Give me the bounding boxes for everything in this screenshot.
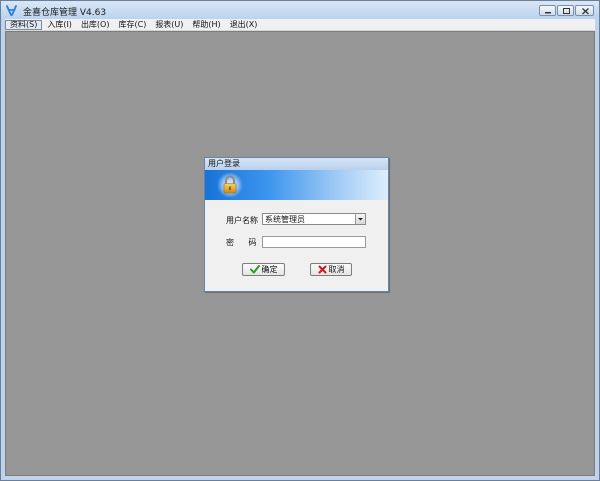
username-select[interactable]: 系统管理员 [262, 213, 366, 225]
password-label: 密 码 [226, 238, 263, 247]
menu-item-reports[interactable]: 报表(U) [151, 20, 187, 30]
close-button[interactable] [575, 5, 594, 16]
ok-button[interactable]: 确定 [242, 263, 285, 276]
menu-item-stock-out[interactable]: 出库(O) [77, 20, 114, 30]
red-x-icon [318, 265, 327, 274]
ok-button-label: 确定 [261, 265, 278, 274]
title-bar[interactable]: 金喜仓库管理 V4.63 [1, 1, 599, 19]
app-logo-icon [5, 4, 18, 17]
username-select-value: 系统管理员 [265, 215, 305, 224]
login-dialog: 用户登录 用户名称 系统管理员 密 码 确定 取消 [204, 157, 389, 292]
menu-item-inventory[interactable]: 库存(C) [114, 20, 150, 30]
username-label: 用户名称 [226, 216, 258, 225]
menu-item-data[interactable]: 资料(S) [5, 19, 43, 30]
menu-item-stock-in[interactable]: 入库(I) [43, 20, 76, 30]
password-input[interactable] [262, 236, 366, 248]
menu-item-exit[interactable]: 退出(X) [226, 20, 262, 30]
minimize-button[interactable] [539, 5, 556, 16]
cancel-button[interactable]: 取消 [310, 263, 352, 276]
chevron-down-icon[interactable] [355, 214, 365, 224]
maximize-button[interactable] [557, 5, 574, 16]
menu-bar: 资料(S) 入库(I) 出库(O) 库存(C) 报表(U) 帮助(H) 退出(X… [5, 19, 595, 31]
window-controls [539, 5, 594, 16]
dialog-banner [205, 170, 388, 200]
menu-item-help[interactable]: 帮助(H) [188, 20, 224, 30]
cancel-button-label: 取消 [328, 265, 345, 274]
window-title: 金喜仓库管理 V4.63 [23, 8, 107, 18]
checkmark-icon [249, 265, 260, 274]
padlock-icon [217, 172, 243, 198]
dialog-title[interactable]: 用户登录 [205, 158, 388, 170]
